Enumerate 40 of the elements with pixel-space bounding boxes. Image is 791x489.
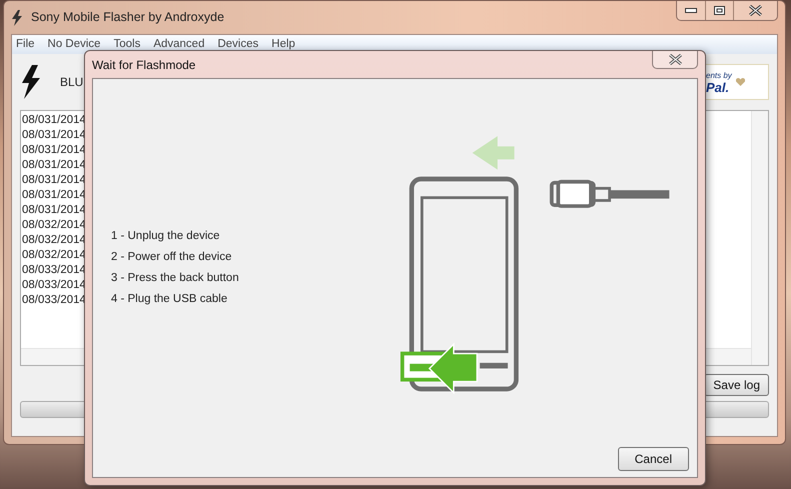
menu-item[interactable]: File [16,36,35,54]
instruction-step: 1 - Unplug the device [111,229,220,244]
menu-item[interactable]: Help [272,36,296,54]
lightning-icon [11,10,23,26]
log-line: 08/032/2014 [22,248,86,263]
lightning-icon [20,65,42,99]
dialog-title: Wait for Flashmode [92,56,196,74]
close-icon [749,5,762,16]
log-line: 08/031/2014 [22,143,86,158]
log-line: 08/031/2014 [22,173,86,188]
instruction-step: 2 - Power off the device [111,250,232,265]
window-title: Sony Mobile Flasher by Androxyde [31,9,224,26]
log-line: 08/033/2014 [22,293,86,308]
log-line: 08/031/2014 [22,113,86,128]
log-line: 08/031/2014 [22,188,86,203]
device-label: BLU [60,74,84,91]
minimize-button[interactable] [677,1,705,20]
instruction-step: 3 - Press the back button [111,271,239,286]
log-line: 08/031/2014 [22,158,86,173]
menu-item[interactable]: No Device [48,36,101,54]
cancel-button[interactable]: Cancel [618,447,689,471]
heart-icon [736,78,745,86]
minimize-icon [685,8,697,13]
log-line: 08/033/2014 [22,263,86,278]
log-line: 08/031/2014 [22,128,86,143]
instruction-step: 4 - Plug the USB cable [111,292,228,307]
log-line: 08/033/2014 [22,278,86,293]
menu-item[interactable]: Advanced [153,36,205,54]
close-button[interactable] [652,51,698,69]
log-line: 08/032/2014 [22,218,86,233]
log-line: 08/032/2014 [22,233,86,248]
log-line: 08/031/2014 [22,203,86,218]
vertical-scrollbar[interactable] [751,111,768,365]
maximize-icon [714,6,725,15]
save-log-button[interactable]: Save log [704,374,769,396]
close-button[interactable] [733,1,777,20]
menu-item[interactable]: Devices [218,36,259,54]
menu-item[interactable]: Tools [114,36,140,54]
close-icon [668,54,682,65]
maximize-button[interactable] [705,1,733,20]
